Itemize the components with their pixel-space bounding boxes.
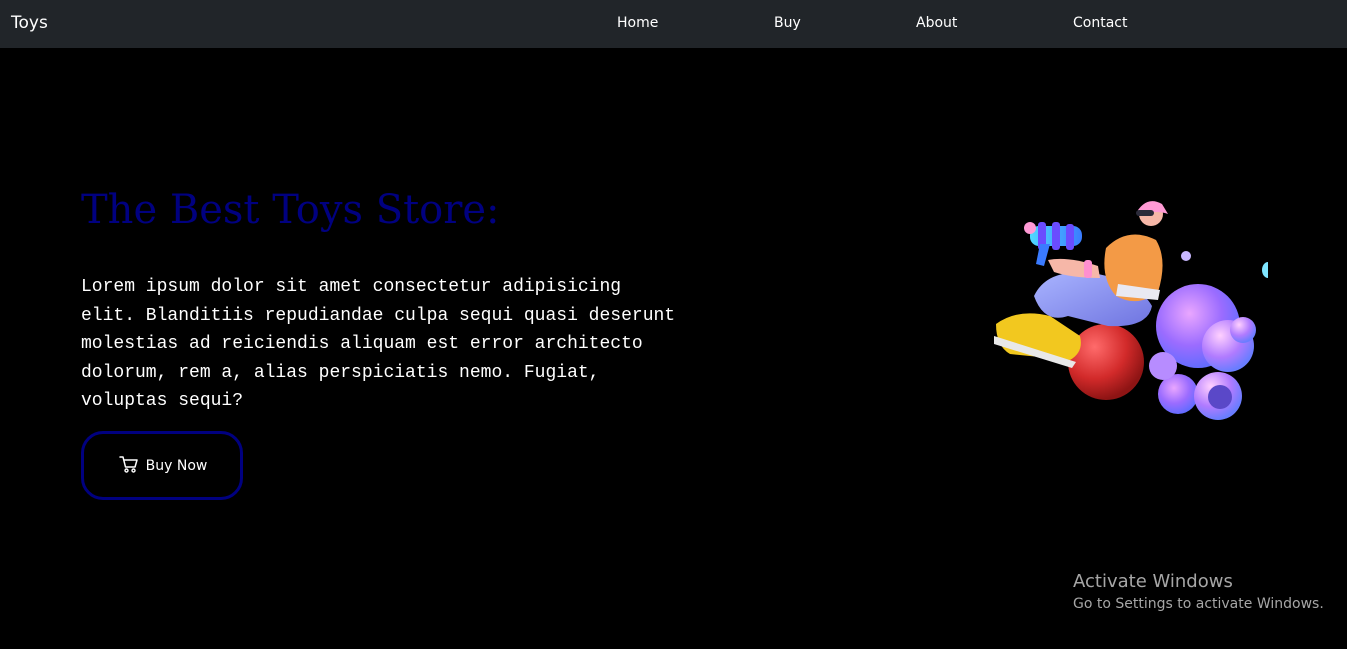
nav-link-about[interactable]: About — [916, 14, 957, 32]
watermark-title: Activate Windows — [1073, 571, 1233, 592]
cart-icon — [118, 454, 139, 474]
buy-now-button[interactable]: Buy Now — [81, 431, 243, 500]
watermark-subtitle: Go to Settings to activate Windows. — [1073, 596, 1324, 612]
brand-link[interactable]: Toys — [11, 12, 48, 34]
nav-link-buy[interactable]: Buy — [774, 14, 801, 32]
windows-activation-watermark: Activate Windows Go to Settings to activ… — [1073, 571, 1324, 615]
nav-link-home[interactable]: Home — [617, 14, 658, 32]
hero-title: The Best Toys Store: — [81, 187, 500, 233]
navbar: Toys Home Buy About Contact — [0, 0, 1347, 48]
buy-now-label: Buy Now — [145, 457, 208, 474]
nav-link-contact[interactable]: Contact — [1073, 14, 1127, 32]
toy-character-illustration — [988, 196, 1273, 428]
hero-description: Lorem ipsum dolor sit amet consectetur a… — [81, 277, 676, 411]
